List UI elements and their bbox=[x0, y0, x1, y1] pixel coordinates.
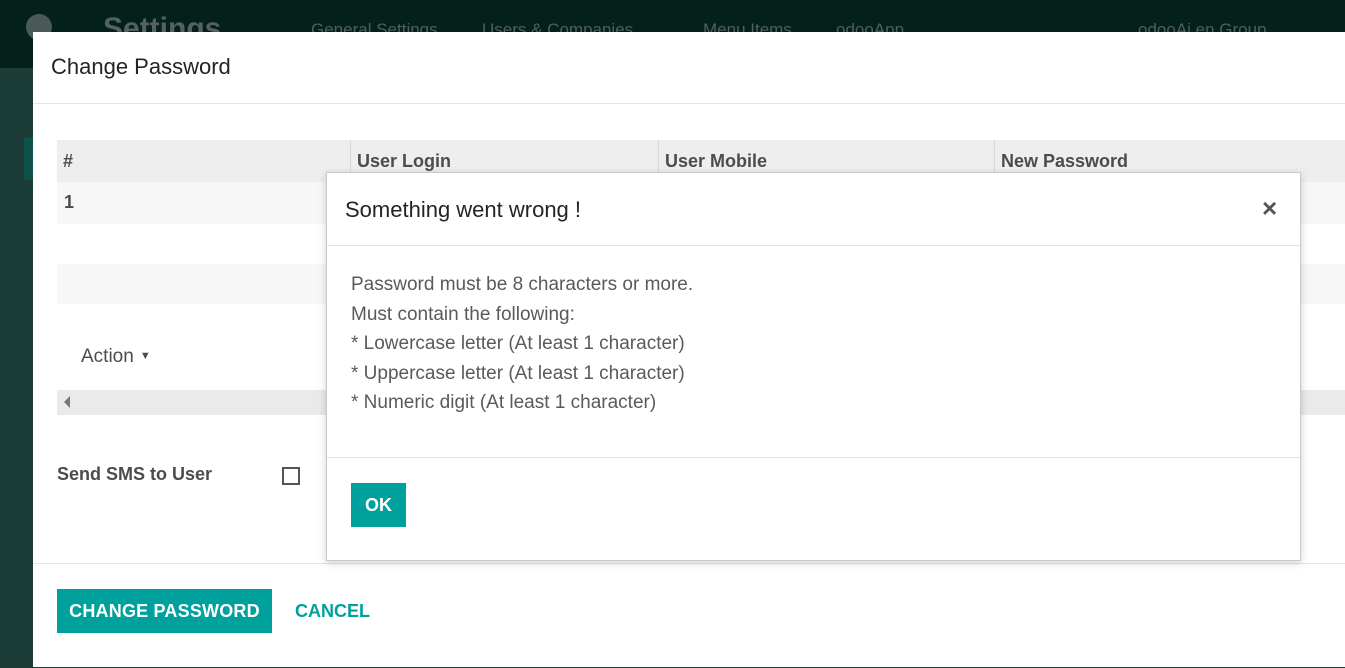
column-header-number[interactable]: # bbox=[57, 140, 350, 182]
error-line: * Uppercase letter (At least 1 character… bbox=[351, 362, 685, 384]
error-dialog-title: Something went wrong ! bbox=[345, 197, 582, 222]
error-dialog: Something went wrong ! × Password must b… bbox=[326, 172, 1301, 561]
error-line: * Numeric digit (At least 1 character) bbox=[351, 392, 657, 413]
action-label: Action bbox=[81, 346, 134, 367]
error-message: Password must be 8 characters or more. M… bbox=[351, 270, 1271, 418]
background-sidebar bbox=[0, 68, 33, 667]
close-icon[interactable]: × bbox=[1262, 193, 1277, 224]
background-button bbox=[24, 138, 33, 180]
action-dropdown[interactable]: Action ▼ bbox=[81, 346, 151, 368]
send-sms-checkbox[interactable] bbox=[282, 467, 300, 485]
modal-header: Change Password bbox=[33, 32, 1345, 104]
modal-title: Change Password bbox=[51, 54, 231, 79]
row-number: 1 bbox=[64, 192, 75, 212]
send-sms-label: Send SMS to User bbox=[57, 464, 213, 484]
ok-button[interactable]: OK bbox=[351, 483, 406, 527]
modal-footer: CHANGE PASSWORD CANCEL bbox=[33, 563, 1345, 668]
caret-down-icon: ▼ bbox=[139, 350, 151, 362]
error-line: * Lowercase letter (At least 1 character… bbox=[351, 333, 685, 354]
error-line: Password must be 8 characters or more. bbox=[351, 274, 694, 295]
error-line: Must contain the following: bbox=[351, 303, 575, 325]
error-dialog-footer: OK bbox=[327, 457, 1300, 561]
error-dialog-header: Something went wrong ! × bbox=[327, 173, 1300, 246]
cancel-button[interactable]: CANCEL bbox=[295, 589, 370, 633]
scroll-left-arrow-icon[interactable] bbox=[64, 396, 70, 408]
change-password-button[interactable]: CHANGE PASSWORD bbox=[57, 589, 272, 633]
